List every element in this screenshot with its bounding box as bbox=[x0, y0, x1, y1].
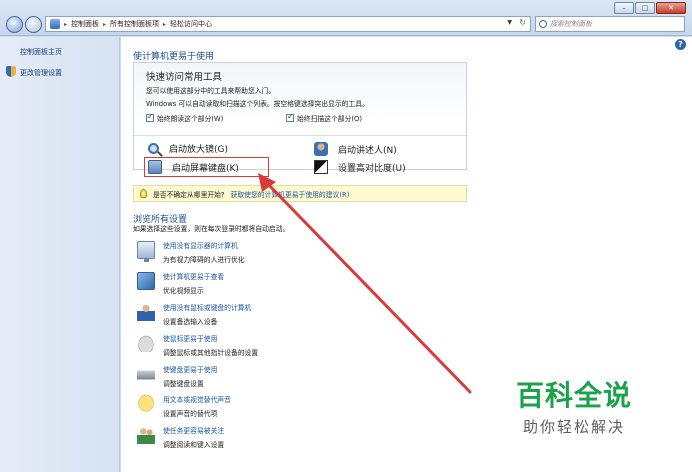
person-icon bbox=[137, 303, 155, 321]
list-item-no-mouse-keyboard: 使用没有鼠标或键盘的计算机 设置备选输入设备 bbox=[137, 302, 251, 326]
list-item-focus-tasks: 使任务更容易被关注 调整阅读和键入设置 bbox=[137, 425, 224, 449]
always-scan-checkbox[interactable]: 始终扫描这个部分(O) bbox=[286, 112, 363, 123]
window-controls: – □ ✕ bbox=[614, 2, 686, 14]
speech-bubble-icon bbox=[137, 395, 155, 413]
focus-tasks-link[interactable]: 使任务更容易被关注 bbox=[163, 425, 224, 435]
checkbox-checked-icon[interactable] bbox=[146, 112, 154, 122]
address-bar[interactable]: ▸ 控制面板 ▸ 所有控制面板项 ▸ 轻松访问中心 ▼ ↻ bbox=[45, 16, 531, 32]
breadcrumb-ease-of-access[interactable]: 轻松访问中心 bbox=[170, 19, 212, 29]
list-item-sound-alternatives: 用文本或视觉替代声音 设置声音的替代项 bbox=[137, 394, 231, 418]
start-magnifier-button[interactable]: 启动放大镜(G) bbox=[148, 142, 228, 155]
magnifier-icon bbox=[148, 143, 159, 154]
browse-settings-description: 如果选择这些设置，则在每次登录时都将自动启动。 bbox=[133, 225, 290, 233]
watermark-subtitle: 助你轻松解决 bbox=[523, 418, 626, 436]
left-navigation-pane: 控制面板主页 更改管理设置 bbox=[0, 37, 120, 472]
control-panel-icon bbox=[50, 19, 60, 29]
start-narrator-button[interactable]: 启动讲述人(N) bbox=[314, 142, 397, 156]
list-item-keyboard: 使键盘更易于使用 调整键盘设置 bbox=[137, 364, 217, 388]
quick-access-intro: 您可以使用这部分中的工具来帮助您入门。 bbox=[146, 87, 276, 95]
checkbox-checked-icon[interactable] bbox=[286, 112, 294, 122]
focus-tasks-desc: 调整阅读和键入设置 bbox=[163, 441, 225, 449]
quick-access-panel: 快速访问常用工具 您可以使用这部分中的工具来帮助您入门。 Windows 可以自… bbox=[133, 62, 467, 174]
page-title: 使计算机更易于使用 bbox=[133, 52, 215, 62]
search-icon bbox=[539, 20, 547, 28]
sound-alternatives-link[interactable]: 用文本或视觉替代声音 bbox=[163, 394, 231, 404]
back-button[interactable]: ‹ bbox=[6, 16, 23, 33]
keyboard-easier-desc: 调整键盘设置 bbox=[163, 380, 204, 388]
narrator-icon bbox=[314, 142, 328, 156]
navigation-buttons: ‹ › ▼ bbox=[6, 16, 50, 33]
window-chrome: – □ ✕ ‹ › ▼ ▸ 控制面板 ▸ 所有控制面板项 ▸ 轻松访问中心 ▼ … bbox=[0, 0, 692, 36]
close-button[interactable]: ✕ bbox=[656, 2, 686, 14]
monitor-icon bbox=[137, 241, 155, 262]
search-box[interactable]: 搜索控制面板 bbox=[535, 16, 685, 32]
always-read-checkbox[interactable]: 始终朗读这个部分(W) bbox=[146, 112, 224, 123]
no-mouse-keyboard-link[interactable]: 使用没有鼠标或键盘的计算机 bbox=[163, 302, 251, 312]
use-without-display-link[interactable]: 使用没有显示器的计算机 bbox=[163, 240, 245, 250]
start-magnifier-label: 启动放大镜(G) bbox=[169, 145, 228, 155]
watermark-title: 百科全说 bbox=[516, 379, 633, 412]
forward-button[interactable]: › bbox=[25, 16, 42, 33]
sidebar-item-change-admin-settings[interactable]: 更改管理设置 bbox=[20, 68, 62, 78]
address-dropdown-icon[interactable]: ▼ bbox=[507, 19, 512, 26]
mouse-icon bbox=[137, 334, 155, 352]
people-icon bbox=[137, 426, 155, 444]
maximize-button[interactable]: □ bbox=[635, 2, 655, 14]
mouse-easier-desc: 调整鼠标或其他指针设备的设置 bbox=[163, 349, 259, 357]
breadcrumb-separator-icon[interactable]: ▸ bbox=[103, 21, 106, 28]
sidebar-item-control-panel-home[interactable]: 控制面板主页 bbox=[20, 47, 62, 57]
breadcrumb-separator-icon[interactable]: ▸ bbox=[64, 21, 67, 28]
high-contrast-icon bbox=[314, 160, 328, 174]
tip-prefix: 是否不确定从哪里开始? bbox=[153, 190, 225, 199]
lightbulb-icon bbox=[140, 189, 147, 198]
mouse-easier-link[interactable]: 使鼠标更易于使用 bbox=[163, 333, 258, 343]
annotation-highlight-box bbox=[144, 157, 269, 177]
display-icon bbox=[137, 272, 155, 290]
tip-bar: 是否不确定从哪里开始? 获取使您的计算机更易于使用的建议(R) bbox=[133, 185, 467, 202]
breadcrumb-all-items[interactable]: 所有控制面板项 bbox=[110, 19, 159, 29]
quick-access-title: 快速访问常用工具 bbox=[146, 72, 223, 83]
list-item-easier-to-see: 使计算机更易于查看 优化视频显示 bbox=[137, 271, 224, 295]
quick-access-instructions: Windows 可以自动读取和扫描这个列表。按空格键选择突出显示的工具。 bbox=[146, 100, 369, 108]
easier-to-see-desc: 优化视频显示 bbox=[163, 287, 204, 295]
list-item-no-display: 使用没有显示器的计算机 为有视力障碍的人进行优化 bbox=[137, 240, 245, 264]
keyboard-icon bbox=[137, 365, 155, 383]
set-high-contrast-button[interactable]: 设置高对比度(U) bbox=[314, 160, 406, 174]
always-scan-label: 始终扫描这个部分(O) bbox=[297, 115, 363, 123]
no-mouse-keyboard-desc: 设置备选输入设备 bbox=[163, 318, 218, 326]
help-icon[interactable]: ? bbox=[675, 39, 686, 50]
always-read-label: 始终朗读这个部分(W) bbox=[157, 115, 224, 123]
minimize-button[interactable]: – bbox=[614, 2, 634, 14]
watermark: 百科全说 助你轻松解决 bbox=[516, 380, 632, 437]
sound-alternatives-desc: 设置声音的替代项 bbox=[163, 410, 218, 418]
refresh-icon[interactable]: ↻ bbox=[519, 18, 526, 27]
get-recommendations-link[interactable]: 获取使您的计算机更易于使用的建议(R) bbox=[231, 189, 350, 199]
shield-icon bbox=[6, 66, 16, 77]
breadcrumb-control-panel[interactable]: 控制面板 bbox=[71, 19, 99, 29]
easier-to-see-link[interactable]: 使计算机更易于查看 bbox=[163, 271, 224, 281]
list-item-mouse: 使鼠标更易于使用 调整鼠标或其他指针设备的设置 bbox=[137, 333, 258, 357]
set-high-contrast-label: 设置高对比度(U) bbox=[338, 163, 406, 174]
keyboard-easier-link[interactable]: 使键盘更易于使用 bbox=[163, 364, 217, 374]
breadcrumb-separator-icon[interactable]: ▸ bbox=[163, 21, 166, 28]
use-without-display-desc: 为有视力障碍的人进行优化 bbox=[163, 256, 245, 264]
start-narrator-label: 启动讲述人(N) bbox=[338, 145, 397, 156]
search-placeholder: 搜索控制面板 bbox=[550, 20, 592, 28]
panel-divider bbox=[134, 135, 466, 136]
